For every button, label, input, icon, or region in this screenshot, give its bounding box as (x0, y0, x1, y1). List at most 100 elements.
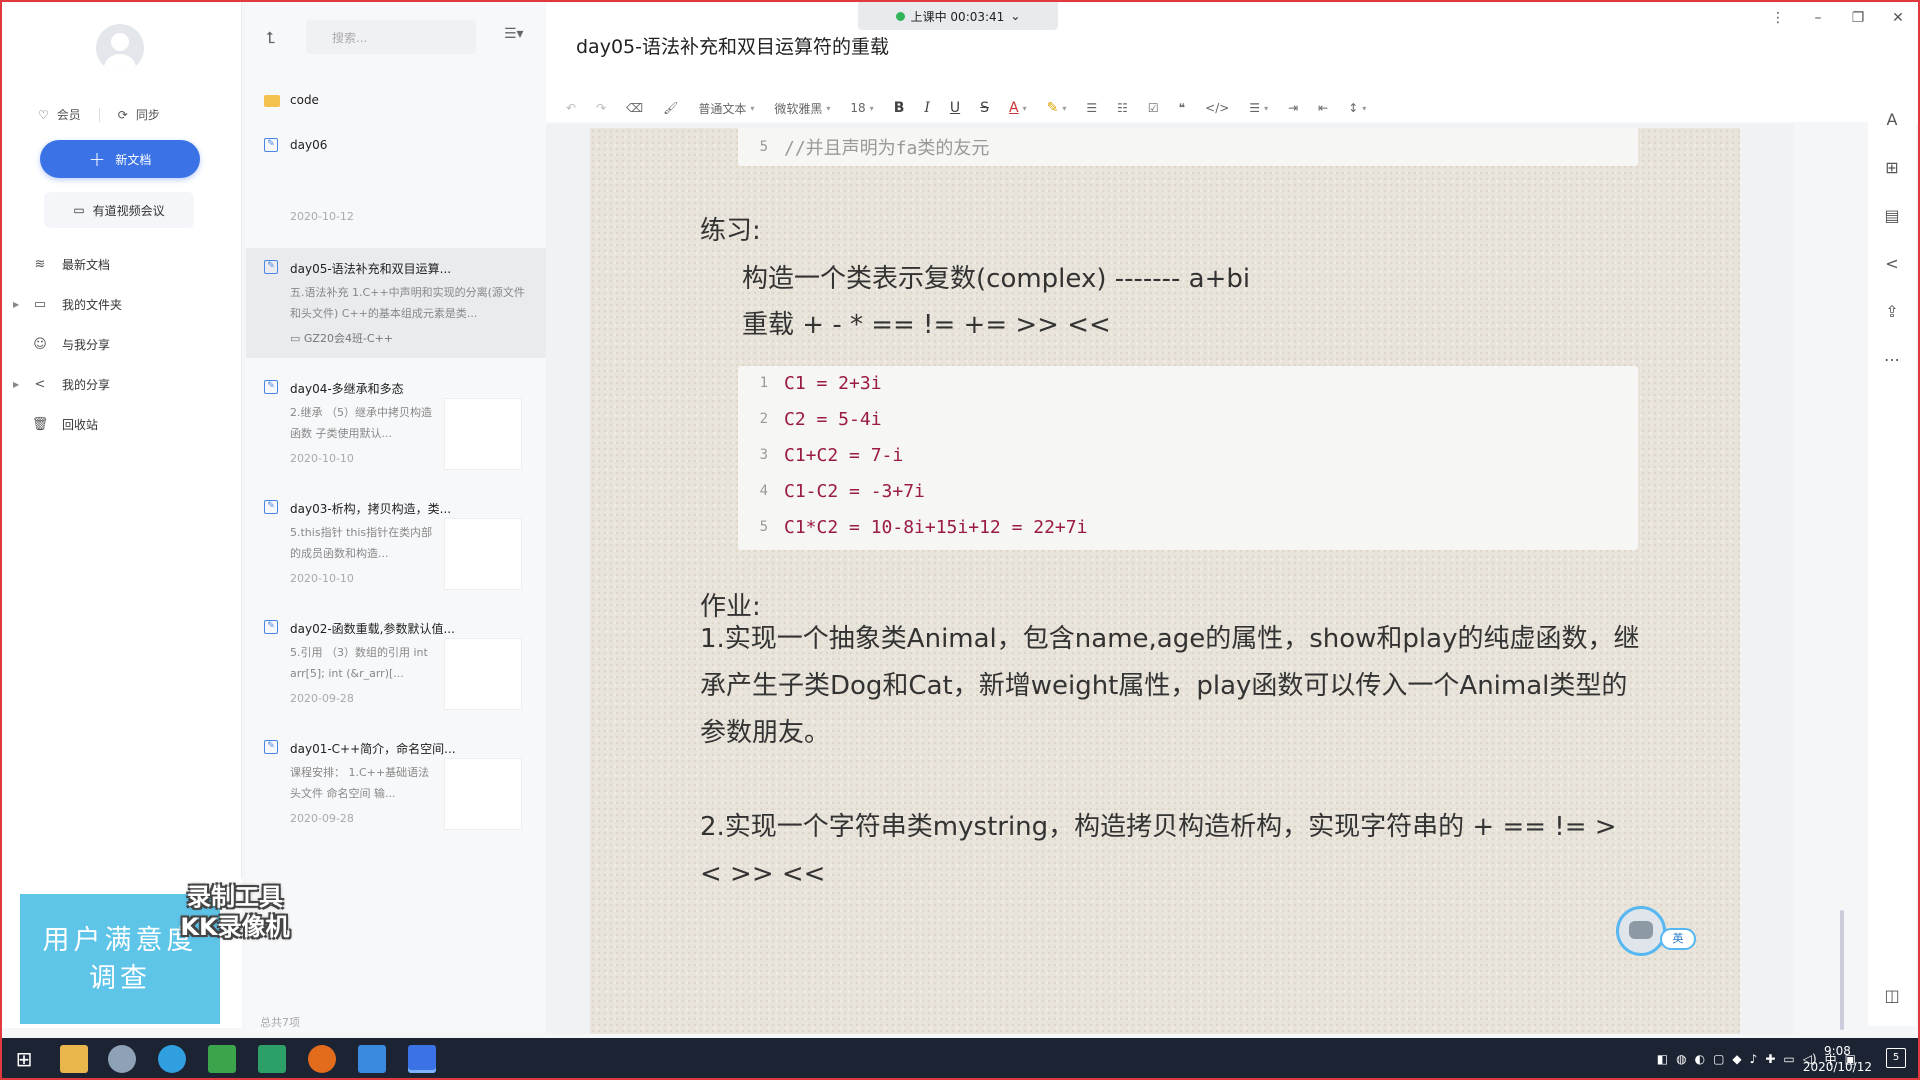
exercise-line: 重载 + - * == != += >> << (742, 310, 1111, 340)
align-icon[interactable]: ☰ ▾ (1249, 101, 1268, 115)
tray-icon[interactable]: ◆ (1732, 1052, 1741, 1066)
chevron-down-icon: ▾ (869, 103, 874, 113)
folder-icon (264, 95, 280, 107)
bold-icon[interactable]: B (894, 100, 905, 116)
nav-trash[interactable]: 🗑 回收站 (2, 404, 242, 444)
format-toolbar: ↶ ↷ ⌫ 🖌 普通文本 ▾ 微软雅黑 ▾ 18 ▾ B I U S A ▾ ✎ ▾ ☰ … (566, 96, 1386, 120)
tray-icon[interactable]: ◍ (1676, 1052, 1686, 1066)
outdent-icon[interactable]: ⇤ (1318, 101, 1328, 115)
folder-item[interactable]: code (246, 82, 546, 120)
nav-my-shares[interactable]: ▶ < 我的分享 (2, 364, 242, 404)
code-line: 5 C1*C2 = 10-8i+15i+12 = 22+7i (759, 516, 1088, 538)
italic-icon[interactable]: I (924, 100, 930, 116)
video-meeting-button[interactable]: ▭ 有道视频会议 (44, 192, 194, 228)
chevron-down-icon: ▾ (826, 103, 831, 113)
doc-item-day05-selected[interactable]: ✎ day05-语法补充和双目运算... 五.语法补充 1.C++中声明和实现的… (246, 248, 546, 358)
doc-thumbnail (444, 758, 522, 830)
undo-icon[interactable]: ↶ (566, 101, 576, 115)
export-icon[interactable]: ⇪ (1882, 302, 1902, 321)
doc-item-day02[interactable]: ✎ day02-函数重载,参数默认值... 5.引用 （3）数组的引用 int … (246, 608, 546, 718)
microphone-icon[interactable]: ♪ (1750, 1052, 1758, 1066)
assistant-avatar[interactable] (1616, 906, 1666, 956)
back-up-icon[interactable]: ⮤ (266, 28, 275, 48)
text-style-select[interactable]: 普通文本 ▾ (698, 100, 754, 117)
nav-shared-with-me[interactable]: ☺ 与我分享 (2, 324, 242, 364)
font-size-select[interactable]: 18 ▾ (850, 101, 873, 115)
file-explorer-icon[interactable] (60, 1045, 88, 1073)
app-icon[interactable] (358, 1045, 386, 1073)
qt-creator-icon[interactable] (208, 1045, 236, 1073)
language-badge[interactable]: 英 (1660, 928, 1696, 950)
eraser-icon[interactable]: ⌫ (626, 101, 643, 115)
windows-start-icon[interactable]: ⊞ (10, 1045, 38, 1073)
layout-toggle-icon[interactable]: ◫ (1882, 986, 1902, 1005)
new-doc-button[interactable]: + 新文档 (40, 140, 200, 178)
nav-latest-docs[interactable]: ≋ 最新文档 (2, 244, 242, 284)
doc-icon: ✎ (264, 260, 278, 274)
tray-icon[interactable]: ✚ (1765, 1052, 1775, 1066)
network-icon[interactable]: ▭ (1783, 1052, 1794, 1066)
tray-icon[interactable]: ◐ (1695, 1052, 1705, 1066)
recorder-icon[interactable] (308, 1045, 336, 1073)
doc-thumbnail (444, 638, 522, 710)
doc-icon: ✎ (264, 740, 278, 754)
sync-icon: ⟳ (117, 107, 128, 122)
doc-icon: ✎ (264, 500, 278, 514)
format-panel-icon[interactable]: A (1882, 110, 1902, 129)
code-block[interactable]: 1 C1 = 2+3i 2 C2 = 5-4i 3 C1+C2 = 7-i 4 C1-C… (738, 366, 1638, 550)
more-icon[interactable]: ⋮ (1758, 10, 1798, 26)
doc-item-day03[interactable]: ✎ day03-析构，拷贝构造，类... 5.this指针 this指针在类内部… (246, 488, 546, 598)
strikethrough-icon[interactable]: S (980, 100, 989, 116)
tray-icon[interactable]: ◧ (1657, 1052, 1668, 1066)
chevron-down-icon: ▾ (750, 103, 755, 113)
vip-button[interactable]: ♡ 会员 (38, 106, 81, 123)
avatar[interactable] (96, 24, 144, 72)
highlight-icon[interactable]: ✎ ▾ (1047, 100, 1067, 116)
numbered-list-icon[interactable]: ☷ (1117, 101, 1128, 115)
recording-status[interactable]: 上课中 00:03:41 ⌄ (858, 2, 1058, 30)
doc-item-day06[interactable]: ✎ day06 2020-10-12 (246, 128, 546, 238)
app-icon[interactable] (108, 1045, 136, 1073)
sort-list-icon[interactable]: ☰▾ (504, 26, 524, 42)
nav-my-folders[interactable]: ▶ ▭ 我的文件夹 (2, 284, 242, 324)
tray-icon[interactable]: ▢ (1713, 1052, 1724, 1066)
folder-icon: ▭ (33, 296, 47, 312)
doc-item-day01[interactable]: ✎ day01-C++简介，命名空间... 课程安排： 1.C++基础语法 头文… (246, 728, 546, 838)
insert-icon[interactable]: ⊞ (1882, 158, 1902, 177)
checkbox-icon[interactable]: ☑ (1148, 101, 1159, 115)
doc-thumbnail (444, 398, 522, 470)
font-color-icon[interactable]: A ▾ (1009, 100, 1027, 116)
indent-icon[interactable]: ⇥ (1288, 101, 1298, 115)
code-line: 1 C1 = 2+3i (759, 372, 882, 394)
youdao-note-icon[interactable] (408, 1045, 436, 1073)
quote-icon[interactable]: ❝ (1179, 101, 1185, 115)
doc-item-day04[interactable]: ✎ day04-多继承和多态 2.继承 （5）继承中拷贝构造函数 子类使用默认.… (246, 368, 546, 478)
code-icon[interactable]: </> (1205, 101, 1229, 115)
sync-button[interactable]: ⟳ 同步 (118, 106, 160, 123)
bullet-list-icon[interactable]: ☰ (1086, 101, 1097, 115)
scrollbar[interactable] (1840, 910, 1844, 1030)
more-icon[interactable]: ⋯ (1882, 350, 1902, 369)
expand-caret-icon[interactable]: ▶ (13, 300, 19, 309)
redo-icon[interactable]: ↷ (596, 101, 606, 115)
expand-caret-icon[interactable]: ▶ (13, 380, 19, 389)
restore-icon[interactable]: ❐ (1838, 10, 1878, 26)
browser-icon[interactable] (158, 1045, 186, 1073)
page-title[interactable]: day05-语法补充和双目运算符的重载 (576, 32, 889, 59)
vip-sync-row: ♡ 会员 ⟳ 同步 (38, 106, 208, 123)
code-line: 2 C2 = 5-4i (759, 408, 882, 430)
notification-center-icon[interactable]: 5 (1886, 1048, 1906, 1068)
notes-icon[interactable] (258, 1045, 286, 1073)
share-icon[interactable]: < (1882, 254, 1902, 273)
editor-page[interactable]: 5 //并且声明为fa类的友元 练习: 构造一个类表示复数(complex) -… (590, 128, 1740, 1034)
outline-icon[interactable]: ▤ (1882, 206, 1902, 225)
search-input[interactable]: 搜索... (306, 20, 476, 54)
font-family-select[interactable]: 微软雅黑 ▾ (774, 100, 830, 117)
minimize-icon[interactable]: – (1798, 10, 1838, 26)
underline-icon[interactable]: U (950, 100, 960, 116)
line-height-icon[interactable]: ↕ ▾ (1348, 101, 1366, 115)
close-icon[interactable]: ✕ (1878, 10, 1918, 26)
chevron-down-icon: ⌄ (1010, 9, 1021, 23)
system-clock[interactable]: 9:08 2020/10/12 (1803, 1043, 1872, 1075)
format-painter-icon[interactable]: 🖌 (663, 101, 678, 115)
